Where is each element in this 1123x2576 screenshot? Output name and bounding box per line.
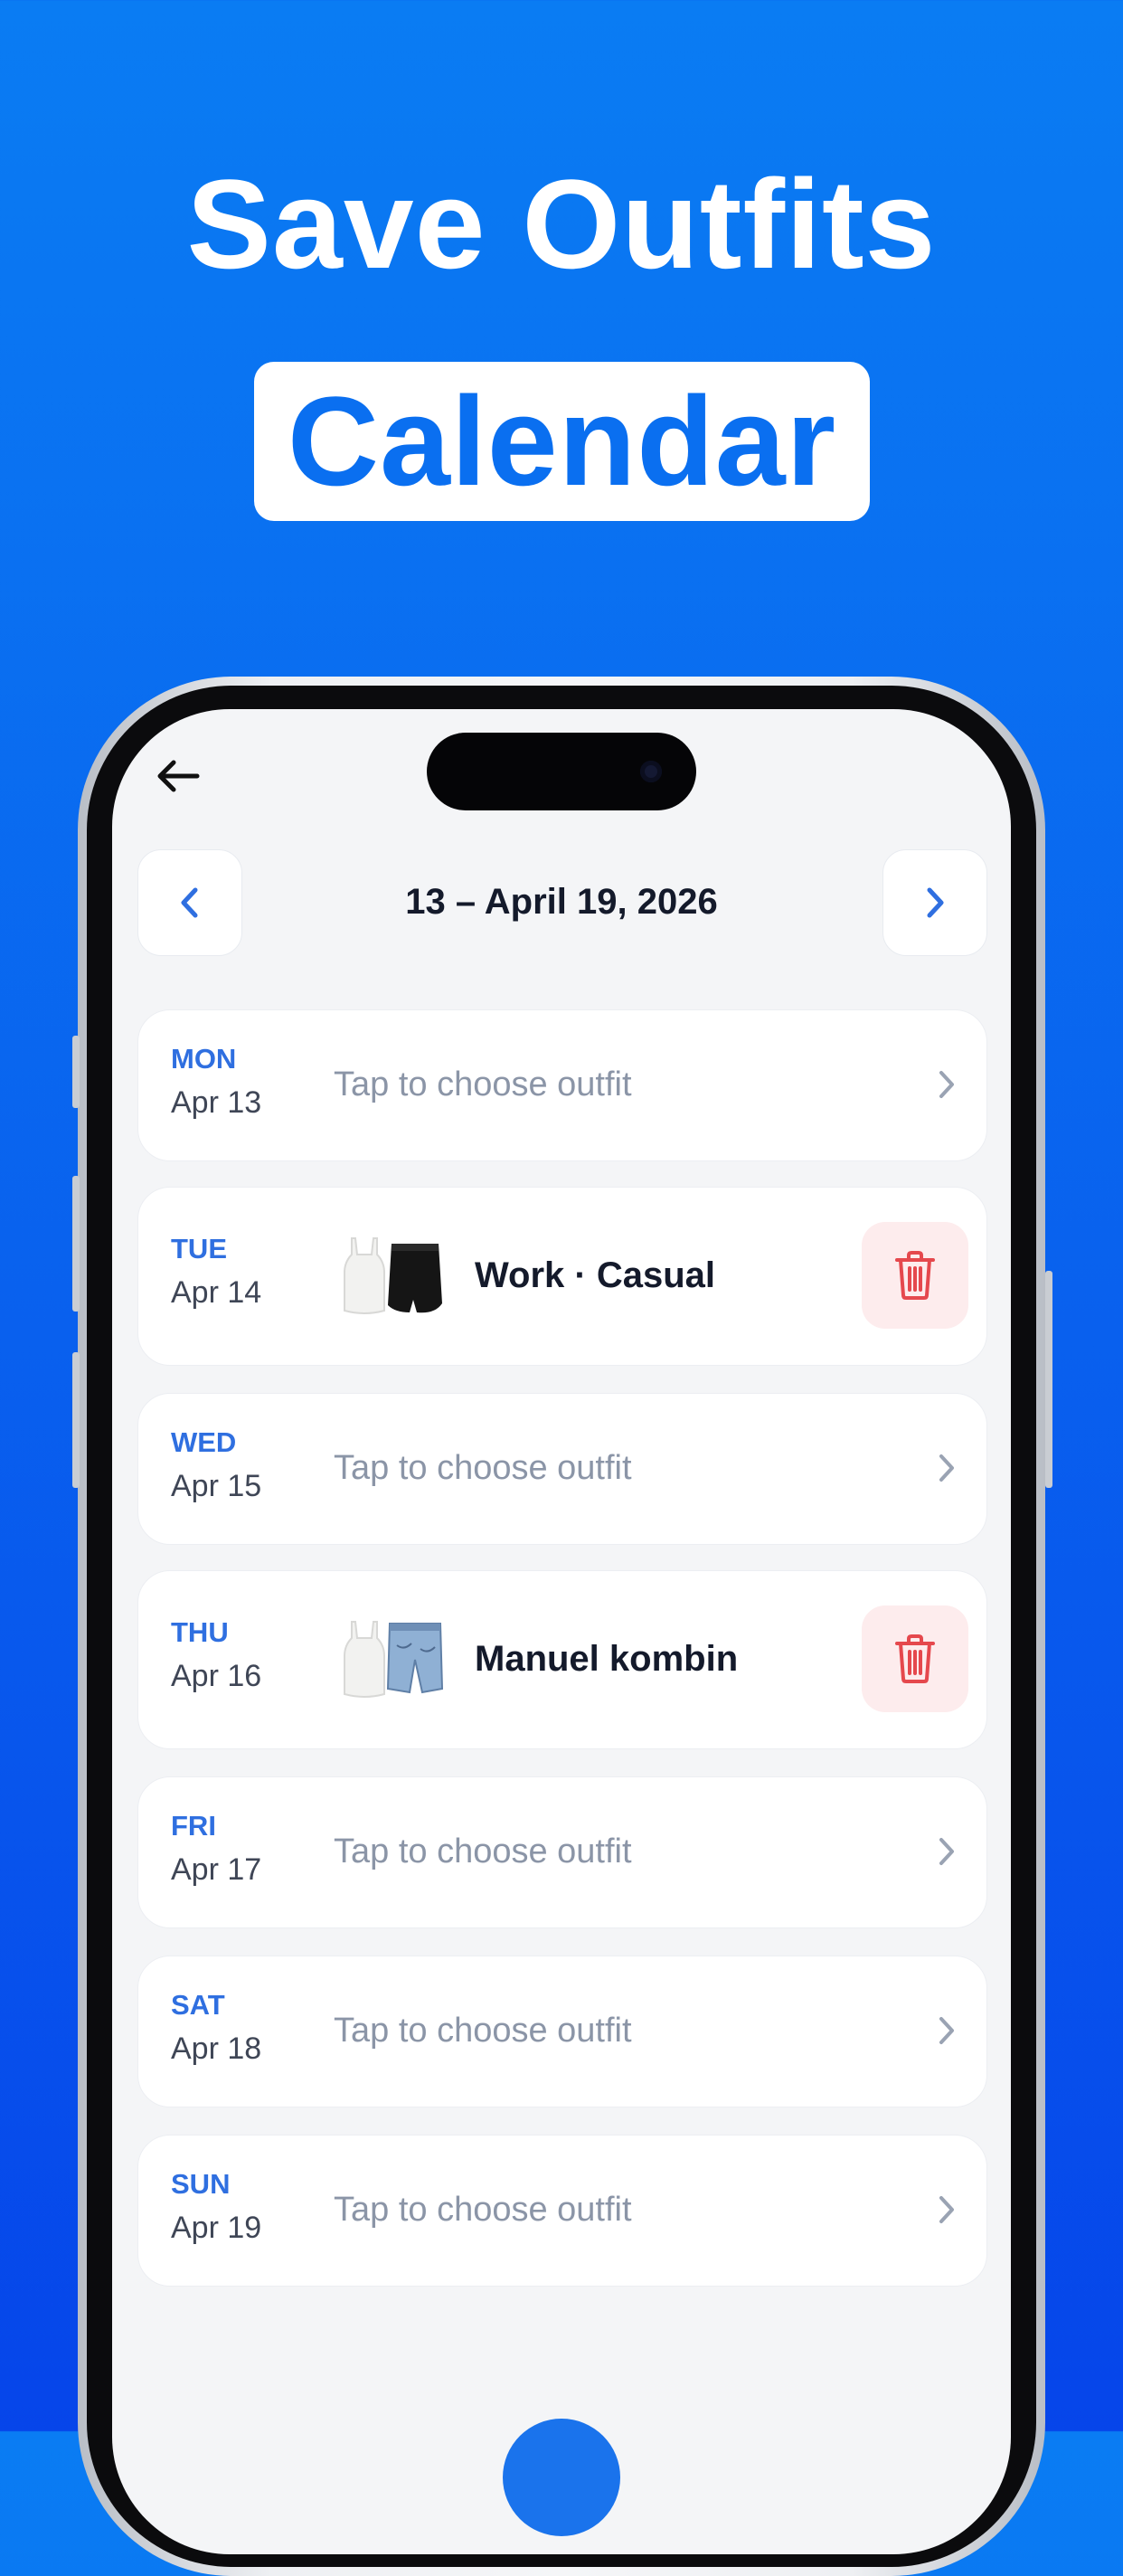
denim-shorts-thumbnail — [386, 1623, 444, 1694]
day-of-week: SAT — [171, 1989, 225, 2021]
chevron-right-icon — [939, 2196, 954, 2223]
delete-outfit-button[interactable] — [862, 1605, 968, 1712]
trash-icon — [895, 1634, 935, 1683]
choose-outfit-hint: Tap to choose outfit — [334, 2191, 632, 2229]
day-date: Apr 14 — [171, 1275, 262, 1310]
day-date: Apr 16 — [171, 1659, 262, 1693]
tank-top-thumbnail — [344, 1621, 385, 1698]
phone-side-button — [72, 1176, 80, 1312]
chevron-right-icon — [939, 2017, 954, 2044]
phone-side-button — [72, 1036, 80, 1108]
day-row-thu[interactable]: THU Apr 16 Manuel kombin — [137, 1570, 987, 1749]
chevron-right-icon — [939, 1838, 954, 1865]
black-skirt-thumbnail — [388, 1244, 442, 1313]
chevron-right-icon — [939, 1454, 954, 1482]
week-range-title: 13 – April 19, 2026 — [405, 882, 718, 922]
next-week-button[interactable] — [882, 849, 987, 956]
day-of-week: SUN — [171, 2168, 231, 2200]
dynamic-island — [427, 733, 696, 810]
trash-icon — [895, 1251, 935, 1300]
phone-side-button — [72, 1352, 80, 1488]
day-date: Apr 15 — [171, 1469, 262, 1503]
day-date: Apr 17 — [171, 1852, 262, 1887]
phone-screen: 13 – April 19, 2026 MON Apr 13 Tap to ch… — [112, 709, 1011, 2554]
day-row-tue[interactable]: TUE Apr 14 Work · Casual — [137, 1187, 987, 1366]
promo-highlight-text: Calendar — [287, 370, 837, 512]
day-of-week: MON — [171, 1043, 237, 1075]
day-date: Apr 18 — [171, 2031, 262, 2066]
phone-side-button — [1045, 1271, 1052, 1488]
promo-headline: Save Outfits — [186, 153, 937, 295]
chevron-right-icon — [927, 887, 944, 918]
day-row-fri[interactable]: FRI Apr 17 Tap to choose outfit — [137, 1776, 987, 1928]
camera-icon — [640, 761, 662, 782]
tank-top-thumbnail — [344, 1237, 385, 1314]
arrow-left-icon — [157, 760, 200, 792]
promo-highlight-pill: Calendar — [254, 362, 870, 521]
choose-outfit-hint: Tap to choose outfit — [334, 1449, 632, 1487]
floating-action-button[interactable] — [503, 2419, 620, 2536]
back-button[interactable] — [152, 754, 206, 798]
day-of-week: THU — [171, 1616, 229, 1648]
choose-outfit-hint: Tap to choose outfit — [334, 1833, 632, 1870]
delete-outfit-button[interactable] — [862, 1222, 968, 1329]
day-row-mon[interactable]: MON Apr 13 Tap to choose outfit — [137, 1009, 987, 1161]
day-date: Apr 13 — [171, 1085, 262, 1120]
outfit-name: Work · Casual — [475, 1255, 715, 1295]
day-of-week: FRI — [171, 1810, 216, 1842]
day-row-sun[interactable]: SUN Apr 19 Tap to choose outfit — [137, 2135, 987, 2287]
day-row-wed[interactable]: WED Apr 15 Tap to choose outfit — [137, 1393, 987, 1545]
choose-outfit-hint: Tap to choose outfit — [334, 1065, 632, 1103]
day-of-week: TUE — [171, 1233, 227, 1264]
day-row-sat[interactable]: SAT Apr 18 Tap to choose outfit — [137, 1956, 987, 2107]
day-date: Apr 19 — [171, 2211, 262, 2245]
day-of-week: WED — [171, 1426, 237, 1458]
chevron-right-icon — [939, 1071, 954, 1098]
outfit-name: Manuel kombin — [475, 1639, 739, 1679]
choose-outfit-hint: Tap to choose outfit — [334, 2012, 632, 2050]
